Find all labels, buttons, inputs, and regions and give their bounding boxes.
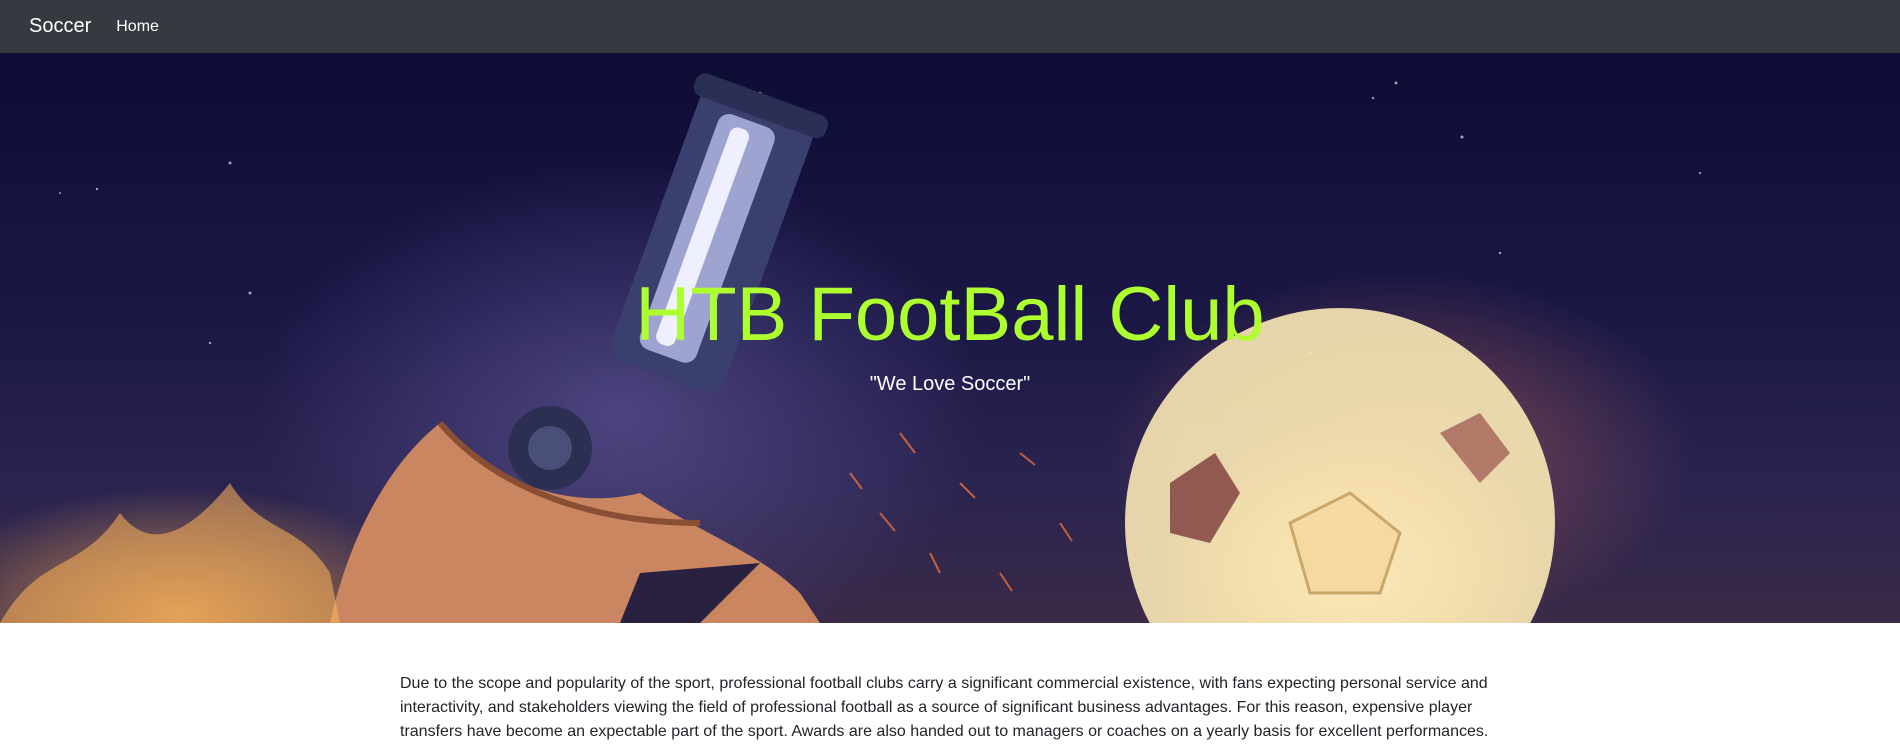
hero-banner: HTB FootBall Club "We Love Soccer" (0, 53, 1900, 623)
main-content: Due to the scope and popularity of the s… (400, 672, 1500, 744)
hero-subtitle: "We Love Soccer" (869, 373, 1031, 395)
top-navbar: Soccer Home (0, 0, 1900, 53)
nav-link-home[interactable]: Home (116, 18, 159, 36)
intro-paragraph: Due to the scope and popularity of the s… (400, 675, 1489, 740)
navbar-brand[interactable]: Soccer (29, 15, 91, 38)
hero-title: HTB FootBall Club (635, 272, 1265, 357)
